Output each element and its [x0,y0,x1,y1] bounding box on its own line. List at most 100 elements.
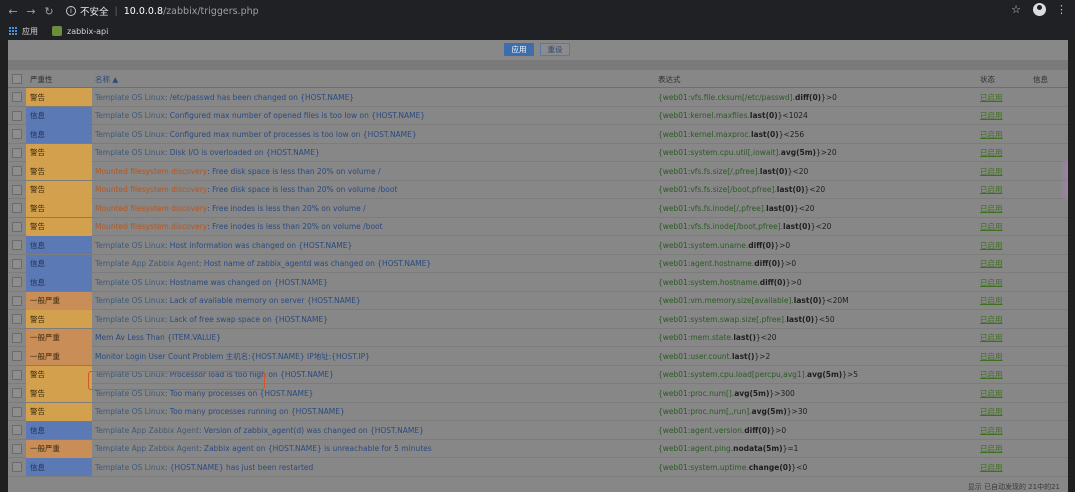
trigger-template-prefix[interactable]: Template App Zabbix Agent [95,426,199,435]
trigger-name-link[interactable]: Template App Zabbix Agent: Zabbix agent … [95,440,432,458]
trigger-template-prefix[interactable]: Template OS Linux [95,370,165,379]
row-checkbox[interactable] [12,425,22,435]
column-name[interactable]: 名称 ▲ [95,70,118,88]
bookmark-star-icon[interactable]: ☆ [1011,3,1021,16]
select-all-checkbox[interactable] [12,74,22,84]
trigger-name-text[interactable]: : Host information was changed on {HOST.… [165,241,352,250]
expression-item[interactable]: {web01:system.cpu.util[,iowait]. [658,148,781,157]
row-checkbox[interactable] [12,406,22,417]
status-toggle-link[interactable]: 已启用 [980,255,1003,273]
expression-item[interactable]: {web01:vfs.fs.size[/,pfree]. [658,167,760,176]
expression-item[interactable]: {web01:user.count. [658,352,732,361]
status-toggle-link[interactable]: 已启用 [980,366,1003,384]
info-icon[interactable]: i [66,6,76,16]
expression-item[interactable]: {web01:vfs.fs.inode[/boot,pfree]. [658,222,783,231]
apply-filter-button[interactable]: 应用 [504,43,534,56]
row-checkbox[interactable] [12,184,22,195]
address-bar[interactable]: i 不安全 | 10.0.0.8 /zabbix/triggers.php [66,4,259,18]
trigger-name-link[interactable]: Mounted filesystem discovery: Free disk … [95,181,397,199]
trigger-name-link[interactable]: Template OS Linux: Configured max number… [95,107,425,125]
trigger-template-prefix[interactable]: Template OS Linux [95,111,165,120]
expression-item[interactable]: {web01:system.cpu.load[percpu,avg1]. [658,370,807,379]
row-checkbox[interactable] [12,462,22,472]
trigger-name-text[interactable]: : Free disk space is less than 20% on vo… [207,185,397,194]
trigger-name-text[interactable]: : Too many processes on {HOST.NAME} [165,389,314,398]
trigger-template-prefix[interactable]: Mounted filesystem discovery [95,222,207,231]
status-toggle-link[interactable]: 已启用 [980,144,1003,162]
trigger-template-prefix[interactable]: Template App Zabbix Agent [95,259,199,268]
trigger-template-prefix[interactable]: Template OS Linux [95,315,165,324]
trigger-name-text[interactable]: : Disk I/O is overloaded on {HOST.NAME} [165,148,320,157]
status-toggle-link[interactable]: 已启用 [980,384,1003,402]
status-toggle-link[interactable]: 已启用 [980,181,1003,199]
expression-item[interactable]: {web01:agent.ping. [658,444,733,453]
trigger-name-link[interactable]: Template OS Linux: Lack of available mem… [95,292,361,310]
status-toggle-link[interactable]: 已启用 [980,88,1003,106]
row-checkbox[interactable] [12,110,22,121]
trigger-template-prefix[interactable]: Mounted filesystem discovery [95,167,207,176]
trigger-name-link[interactable]: Template OS Linux: {HOST.NAME} has just … [95,458,313,476]
trigger-template-prefix[interactable]: Template OS Linux [95,148,165,157]
trigger-template-prefix[interactable]: Template OS Linux [95,278,165,287]
trigger-name-link[interactable]: Template OS Linux: Disk I/O is overloade… [95,144,320,162]
expression-item[interactable]: {web01:proc.num[]. [658,389,734,398]
trigger-name-link[interactable]: Template App Zabbix Agent: Version of za… [95,421,424,439]
status-toggle-link[interactable]: 已启用 [980,347,1003,365]
trigger-name-link[interactable]: Template OS Linux: Host information was … [95,236,352,254]
trigger-name-text[interactable]: : Configured max number of opened files … [165,111,425,120]
status-toggle-link[interactable]: 已启用 [980,125,1003,143]
row-checkbox[interactable] [12,203,22,213]
status-toggle-link[interactable]: 已启用 [980,458,1003,476]
trigger-name-text[interactable]: : {HOST.NAME} has just been restarted [165,463,313,472]
row-checkbox[interactable] [12,369,22,380]
expression-item[interactable]: {web01:vfs.file.cksum[/etc/passwd]. [658,93,795,102]
status-toggle-link[interactable]: 已启用 [980,162,1003,180]
trigger-name-text[interactable]: Mem Av Less Than {ITEM.VALUE} [95,333,221,342]
column-severity[interactable]: 严重性 [30,70,53,88]
row-checkbox[interactable] [12,240,22,250]
trigger-name-link[interactable]: Mem Av Less Than {ITEM.VALUE} [95,329,221,347]
row-checkbox[interactable] [12,443,22,454]
status-toggle-link[interactable]: 已启用 [980,107,1003,125]
trigger-template-prefix[interactable]: Template OS Linux [95,241,165,250]
trigger-template-prefix[interactable]: Mounted filesystem discovery [95,204,207,213]
browser-menu-icon[interactable]: ⋮ [1056,3,1067,16]
trigger-name-link[interactable]: Template App Zabbix Agent: Host name of … [95,255,431,273]
expression-item[interactable]: {web01:system.uptime. [658,463,749,472]
forward-arrow-icon[interactable]: → [22,2,40,20]
trigger-name-text[interactable]: : Processor load is too high on {HOST.NA… [165,370,334,379]
row-checkbox[interactable] [12,277,22,287]
row-checkbox[interactable] [12,295,22,306]
bookmark-zabbix-api[interactable]: zabbix-api [67,27,108,36]
reset-filter-button[interactable]: 重设 [540,43,570,56]
status-toggle-link[interactable]: 已启用 [980,421,1003,439]
trigger-name-text[interactable]: : Lack of available memory on server {HO… [165,296,361,305]
trigger-template-prefix[interactable]: Template OS Linux [95,463,165,472]
trigger-name-link[interactable]: Template OS Linux: Too many processes on… [95,384,313,402]
row-checkbox[interactable] [12,258,22,269]
trigger-name-link[interactable]: Template OS Linux: Processor load is too… [95,366,334,384]
column-status[interactable]: 状态 [980,70,995,88]
trigger-template-prefix[interactable]: Template OS Linux [95,407,165,416]
trigger-name-link[interactable]: Monitor Login User Count Problem 主机名:{HO… [95,347,370,365]
trigger-template-prefix[interactable]: Template App Zabbix Agent [95,444,199,453]
status-toggle-link[interactable]: 已启用 [980,273,1003,291]
row-checkbox[interactable] [12,221,22,232]
status-toggle-link[interactable]: 已启用 [980,329,1003,347]
profile-icon[interactable] [1033,3,1046,16]
trigger-name-link[interactable]: Template OS Linux: Hostname was changed … [95,273,328,291]
trigger-name-text[interactable]: : Zabbix agent on {HOST.NAME} is unreach… [199,444,432,453]
status-toggle-link[interactable]: 已启用 [980,403,1003,421]
status-toggle-link[interactable]: 已启用 [980,236,1003,254]
status-toggle-link[interactable]: 已启用 [980,292,1003,310]
bookmark-apps[interactable]: 应用 [22,26,38,37]
apps-grid-icon[interactable] [9,26,18,36]
trigger-name-text[interactable]: : Free disk space is less than 20% on vo… [207,167,380,176]
row-checkbox[interactable] [12,92,22,102]
trigger-name-link[interactable]: Template OS Linux: /etc/passwd has been … [95,88,354,106]
expression-item[interactable]: {web01:proc.num[,,run]. [658,407,752,416]
trigger-name-text[interactable]: : Free inodes is less than 20% on volume… [207,222,382,231]
trigger-template-prefix[interactable]: Template OS Linux [95,130,165,139]
row-checkbox[interactable] [12,351,22,361]
row-checkbox[interactable] [12,147,22,158]
